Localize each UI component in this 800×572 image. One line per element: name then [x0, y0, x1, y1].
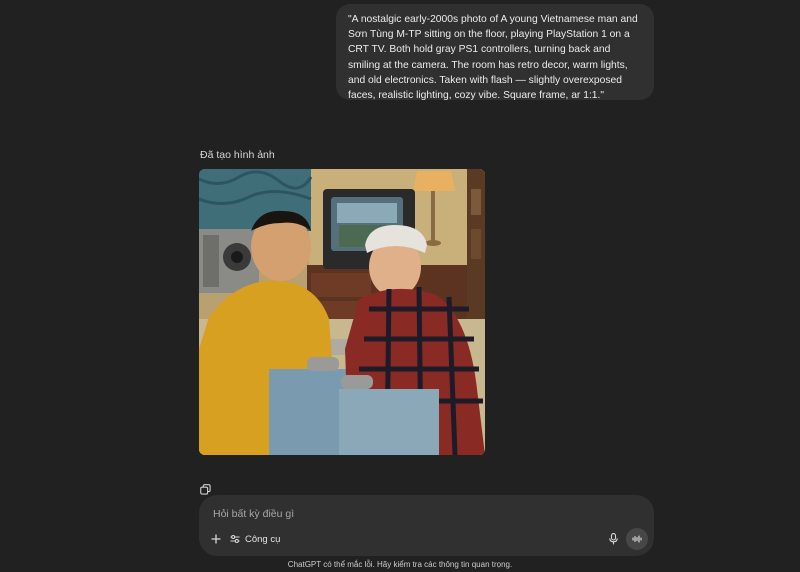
- tools-button[interactable]: Công cụ: [230, 531, 280, 547]
- sliders-icon: [230, 534, 240, 544]
- attach-button[interactable]: [208, 531, 224, 547]
- microphone-icon: [608, 533, 618, 545]
- copy-icon: [199, 483, 211, 495]
- user-message-bubble: "A nostalgic early-2000s photo of A youn…: [336, 4, 654, 102]
- tools-label: Công cụ: [245, 533, 281, 545]
- voice-waveform-icon: [632, 535, 642, 543]
- user-message-text: "A nostalgic early-2000s photo of A youn…: [348, 14, 638, 102]
- chat-page: "A nostalgic early-2000s photo of A youn…: [0, 0, 800, 572]
- dictate-button[interactable]: [606, 532, 620, 546]
- disclaimer-text: ChatGPT có thể mắc lỗi. Hãy kiểm tra các…: [287, 560, 513, 569]
- copy-button[interactable]: [198, 482, 212, 496]
- plus-icon: [211, 534, 221, 544]
- composer: Công cụ: [199, 495, 654, 556]
- voice-mode-button[interactable]: [626, 528, 648, 550]
- prompt-input[interactable]: [211, 504, 595, 524]
- generated-image-label: Đã tạo hình ảnh: [200, 149, 275, 161]
- generated-image[interactable]: [199, 169, 485, 455]
